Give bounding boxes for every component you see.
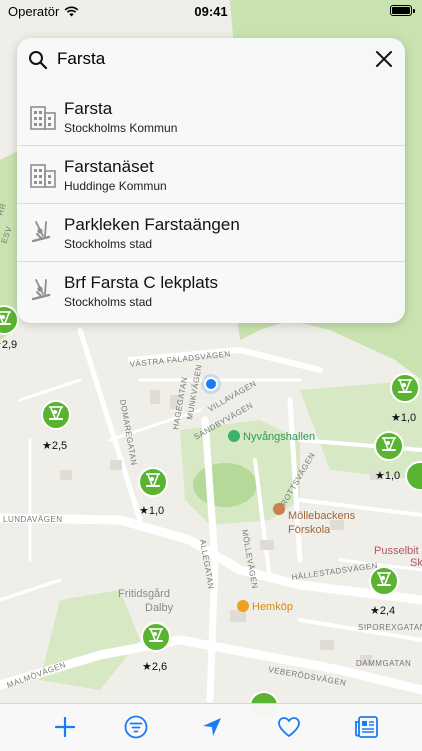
search-result[interactable]: Farsta Stockholms Kommun	[17, 88, 405, 146]
playground-pin[interactable]: ★2,4	[369, 566, 399, 617]
result-subtitle: Stockholms stad	[64, 237, 153, 251]
news-icon[interactable]	[354, 714, 380, 740]
current-location-dot	[204, 377, 218, 391]
result-title: Brf Farsta C lekplats	[64, 273, 218, 292]
playground-pin[interactable]: ★1,0	[138, 467, 168, 517]
poi-label[interactable]: Hemköp	[252, 601, 293, 613]
close-icon[interactable]	[373, 48, 395, 70]
swing-icon	[31, 279, 51, 301]
playground-pin[interactable]: ★2,6	[141, 622, 171, 673]
shop-icon	[237, 600, 249, 612]
street-label: LUNDAVÄGEN	[3, 515, 63, 524]
street-label: DAMMGATAN	[356, 659, 411, 668]
result-subtitle: Stockholms stad	[64, 295, 153, 309]
pin-rating: ★1,0	[375, 470, 400, 482]
result-subtitle: Stockholms Kommun	[64, 121, 178, 135]
pin-rating: ★1,0	[139, 505, 164, 517]
search-icon	[29, 51, 48, 70]
poi-label[interactable]: Dalby	[145, 602, 174, 614]
result-title: Parkleken Farstaängen	[64, 215, 240, 234]
search-results: Farsta Stockholms Kommun Farstanäset Hud…	[17, 88, 405, 320]
pin-rating: ★2,9	[0, 339, 17, 351]
clock: 09:41	[194, 4, 228, 19]
sports-icon	[228, 430, 240, 442]
pin-rating: ★2,5	[42, 440, 67, 452]
poi-label[interactable]: Pusselbit	[374, 545, 419, 557]
bottom-toolbar	[0, 703, 422, 751]
pin-rating: ★2,4	[370, 605, 395, 617]
sports-field	[193, 463, 257, 507]
search-result[interactable]: Farstanäset Huddinge Kommun	[17, 146, 405, 204]
search-panel: Farsta Stockholms Kommun Farstanäset Hud…	[17, 38, 405, 323]
swing-icon	[31, 221, 51, 243]
street-label: SIPOREXGATAN	[358, 623, 422, 632]
poi-label[interactable]: Nyvångshallen	[243, 431, 315, 443]
result-title: Farstanäset	[64, 157, 154, 176]
search-bar	[17, 38, 405, 80]
school-icon	[273, 503, 285, 515]
building-icon	[30, 106, 56, 130]
playground-pin[interactable]: ★1,0	[374, 431, 404, 482]
search-input[interactable]	[57, 47, 357, 71]
heart-icon[interactable]	[276, 714, 302, 740]
pin-rating: ★1,0	[391, 412, 416, 424]
search-result[interactable]: Brf Farsta C lekplats Stockholms stad	[17, 262, 405, 320]
pin-rating: ★2,6	[142, 661, 167, 673]
filter-icon[interactable]	[123, 714, 149, 740]
search-result[interactable]: Parkleken Farstaängen Stockholms stad	[17, 204, 405, 262]
result-subtitle: Huddinge Kommun	[64, 179, 167, 193]
playground-pin[interactable]: ★2,9	[0, 305, 19, 351]
poi-label[interactable]: Möllebackens	[288, 510, 356, 522]
poi-label[interactable]: Förskola	[288, 524, 331, 536]
playground-pin[interactable]: ★1,0	[390, 373, 420, 424]
result-title: Farsta	[64, 99, 113, 118]
status-bar: Operatör 09:41	[0, 0, 422, 22]
battery-icon	[390, 5, 415, 16]
location-arrow-icon[interactable]	[199, 714, 225, 740]
poi-label[interactable]: Fritidsgård	[118, 588, 170, 600]
plus-icon[interactable]	[52, 714, 78, 740]
building-icon	[30, 164, 56, 188]
poi-label[interactable]: Sk	[410, 557, 422, 569]
